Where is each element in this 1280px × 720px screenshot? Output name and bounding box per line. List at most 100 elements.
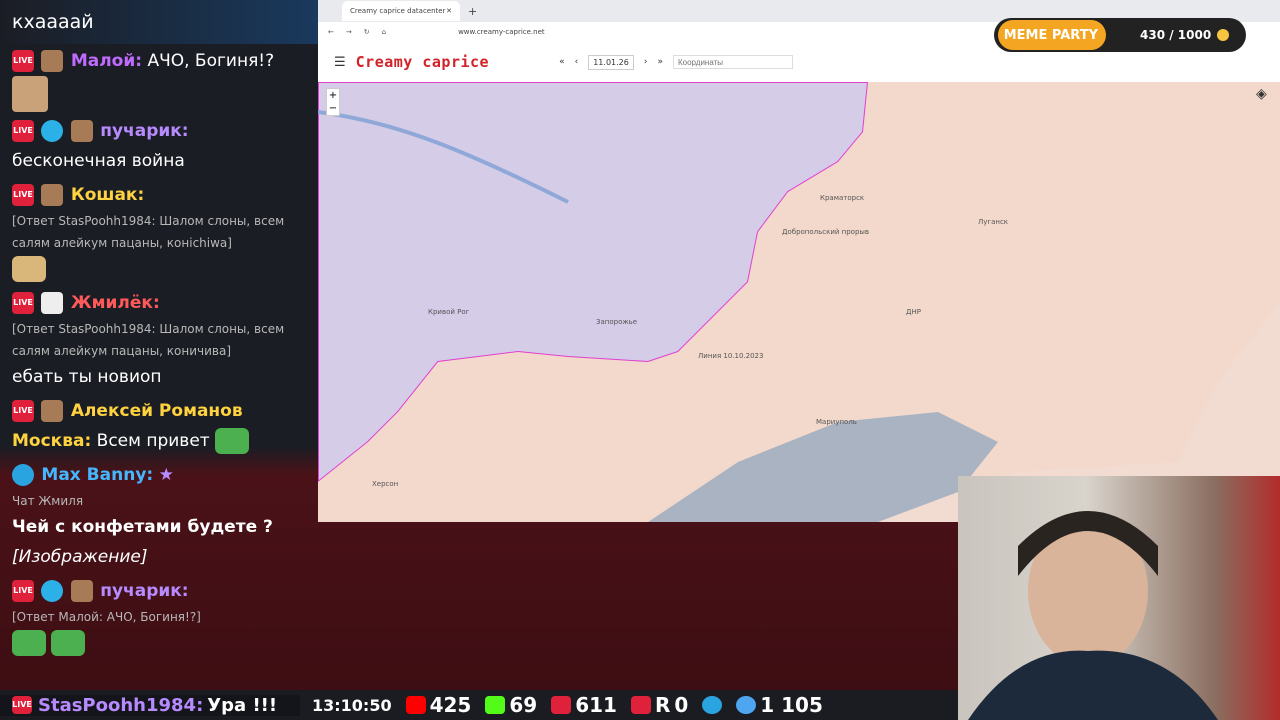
verified-icon bbox=[41, 120, 64, 142]
live-badge-icon: LIVE bbox=[12, 50, 34, 72]
vk-count: 611 bbox=[551, 693, 617, 717]
chat-username: пучарик: bbox=[100, 121, 189, 141]
chat-top-user: кхаааай bbox=[0, 0, 318, 44]
map-label: ДНР bbox=[906, 308, 921, 316]
prev-date-icon[interactable]: ‹ bbox=[575, 57, 579, 67]
map-label: Кривой Рог bbox=[428, 308, 470, 316]
menu-icon[interactable]: ☰ bbox=[334, 55, 346, 70]
zoom-in-button[interactable]: + bbox=[327, 89, 339, 102]
stream-screen: кхаааай LIVE Малой: АЧО, Богиня!? LIVE п… bbox=[0, 0, 1280, 720]
map-label: Линия 10.10.2023 bbox=[698, 352, 763, 360]
telegram-icon bbox=[12, 464, 34, 486]
pepe-emote-icon bbox=[215, 428, 250, 454]
reload-icon[interactable]: ↻ bbox=[364, 28, 370, 36]
map-label: Луганск bbox=[978, 218, 1008, 226]
chat-message: Max Banny: ★ Чат Жмиля Чей с конфетами б… bbox=[0, 458, 318, 574]
first-date-icon[interactable]: « bbox=[559, 57, 565, 67]
map-label: Херсон bbox=[372, 480, 398, 488]
url-field[interactable]: www.creamy-caprice.net bbox=[458, 28, 545, 36]
meme-party-widget: MEME PARTY 430 / 1000 bbox=[994, 18, 1246, 52]
live-badge-icon: LIVE bbox=[12, 292, 34, 314]
live-badge-icon: LIVE bbox=[12, 120, 34, 142]
live-badge-icon: LIVE bbox=[12, 184, 34, 206]
webcam-feed bbox=[958, 476, 1280, 720]
forward-icon[interactable]: → bbox=[346, 28, 352, 36]
chat-username: Max Banny: bbox=[41, 465, 154, 485]
new-tab-icon[interactable]: + bbox=[468, 5, 477, 18]
avatar bbox=[41, 400, 64, 422]
map-label: Запорожье bbox=[596, 318, 637, 326]
browser-window: Creamy caprice datacenter ✕ + ← → ↻ ⌂ ww… bbox=[318, 0, 1280, 522]
chat-text: бесконечная война bbox=[12, 151, 185, 171]
chat-message: LIVE Жмилёк: [Ответ StasPoohh1984: Шалом… bbox=[0, 286, 318, 394]
chat-username: пучарик: bbox=[100, 581, 189, 601]
rutube-r-icon: R bbox=[654, 693, 671, 717]
chat-text: Всем привет bbox=[96, 431, 210, 451]
chat-text: Чей с конфетами будете ? bbox=[12, 517, 273, 537]
tab-title: Creamy caprice datacenter bbox=[350, 7, 446, 15]
pepe-emote-icon bbox=[12, 630, 46, 656]
pepe-emote-icon bbox=[51, 630, 86, 656]
home-icon[interactable]: ⌂ bbox=[382, 28, 386, 36]
telegram-icon bbox=[702, 696, 723, 714]
cat-emote-icon bbox=[12, 256, 46, 282]
avatar bbox=[41, 50, 64, 72]
avatar bbox=[70, 580, 93, 602]
avatar bbox=[70, 120, 93, 142]
site-brand[interactable]: Creamy caprice bbox=[356, 53, 489, 71]
map-view[interactable]: Кривой Рог Запорожье ДНР Мариуполь Херсо… bbox=[318, 82, 1280, 522]
back-icon[interactable]: ← bbox=[328, 28, 334, 36]
chat-message: LIVE Алексей Романов Москва: Всем привет bbox=[0, 394, 318, 458]
chat-message: LIVE пучарик: [Ответ Малой: АЧО, Богиня!… bbox=[0, 574, 318, 660]
youtube-count: 425 bbox=[405, 693, 471, 717]
avatar bbox=[41, 292, 64, 314]
coordinates-input[interactable] bbox=[672, 55, 793, 69]
chat-message: LIVE пучарик: бесконечная война bbox=[0, 114, 318, 178]
vk-live-icon bbox=[551, 696, 572, 714]
map-svg: Кривой Рог Запорожье ДНР Мариуполь Херсо… bbox=[318, 82, 1280, 522]
top-user-label: кхаааай bbox=[12, 11, 94, 33]
stream-status-bar: LIVE StasPoohh1984: Ура !!! 13:10:50 425… bbox=[0, 690, 958, 720]
ticker-text: Ура !!! bbox=[207, 694, 278, 716]
map-label: Краматорск bbox=[820, 194, 864, 202]
chat-text: ебать ты новиоп bbox=[12, 367, 162, 387]
layers-icon[interactable]: ◈ bbox=[1256, 86, 1276, 106]
chat-username: Малой: bbox=[70, 51, 143, 71]
chat-username: Кошак: bbox=[70, 185, 145, 205]
chat-message: LIVE Кошак: [Ответ StasPoohh1984: Шалом … bbox=[0, 178, 318, 286]
date-field[interactable]: 11.01.26 bbox=[588, 54, 634, 70]
live-badge-icon: LIVE bbox=[12, 400, 34, 422]
chat-text: АЧО, Богиня!? bbox=[147, 51, 275, 71]
avatar bbox=[41, 184, 64, 206]
rutube-count: R0 bbox=[630, 693, 688, 717]
star-icon: ★ bbox=[158, 465, 174, 485]
close-icon[interactable]: ✕ bbox=[446, 7, 452, 15]
zoom-controls: + − bbox=[326, 88, 340, 116]
chat-reply-quote: [Ответ StasPoohh1984: Шалом слоны, всем … bbox=[12, 214, 285, 250]
rutube-play-icon bbox=[630, 696, 651, 714]
live-badge-icon: LIVE bbox=[12, 580, 34, 602]
browser-tab[interactable]: Creamy caprice datacenter ✕ bbox=[342, 1, 460, 21]
webcam-image bbox=[968, 511, 1218, 720]
clock: 13:10:50 bbox=[312, 695, 392, 715]
chat-source: Чат Жмиля bbox=[12, 494, 84, 508]
user-icon bbox=[736, 696, 757, 714]
next-date-icon[interactable]: › bbox=[644, 57, 648, 67]
ticker-message: LIVE StasPoohh1984: Ура !!! bbox=[0, 694, 300, 716]
meme-party-logo: MEME PARTY bbox=[998, 20, 1106, 50]
chat-reply-quote: [Ответ Малой: АЧО, Богиня!?] bbox=[12, 610, 201, 624]
zoom-out-button[interactable]: − bbox=[327, 102, 339, 115]
chat-username: Жмилёк: bbox=[70, 293, 160, 313]
coin-icon bbox=[1217, 29, 1230, 41]
image-attachment-label: [Изображение] bbox=[12, 547, 148, 567]
kick-icon bbox=[485, 696, 506, 714]
chat-message: LIVE Малой: АЧО, Богиня!? bbox=[0, 44, 318, 114]
meme-party-count: 430 / 1000 bbox=[1140, 28, 1212, 42]
map-label: Мариуполь bbox=[816, 418, 857, 426]
chat-reply-quote: [Ответ StasPoohh1984: Шалом слоны, всем … bbox=[12, 322, 285, 358]
telegram-count bbox=[702, 696, 723, 714]
last-date-icon[interactable]: » bbox=[657, 57, 663, 67]
chat-panel: кхаааай LIVE Малой: АЧО, Богиня!? LIVE п… bbox=[0, 0, 318, 690]
ticker-user: StasPoohh1984: bbox=[38, 694, 204, 716]
map-label: Добропольский прорыв bbox=[782, 228, 869, 236]
